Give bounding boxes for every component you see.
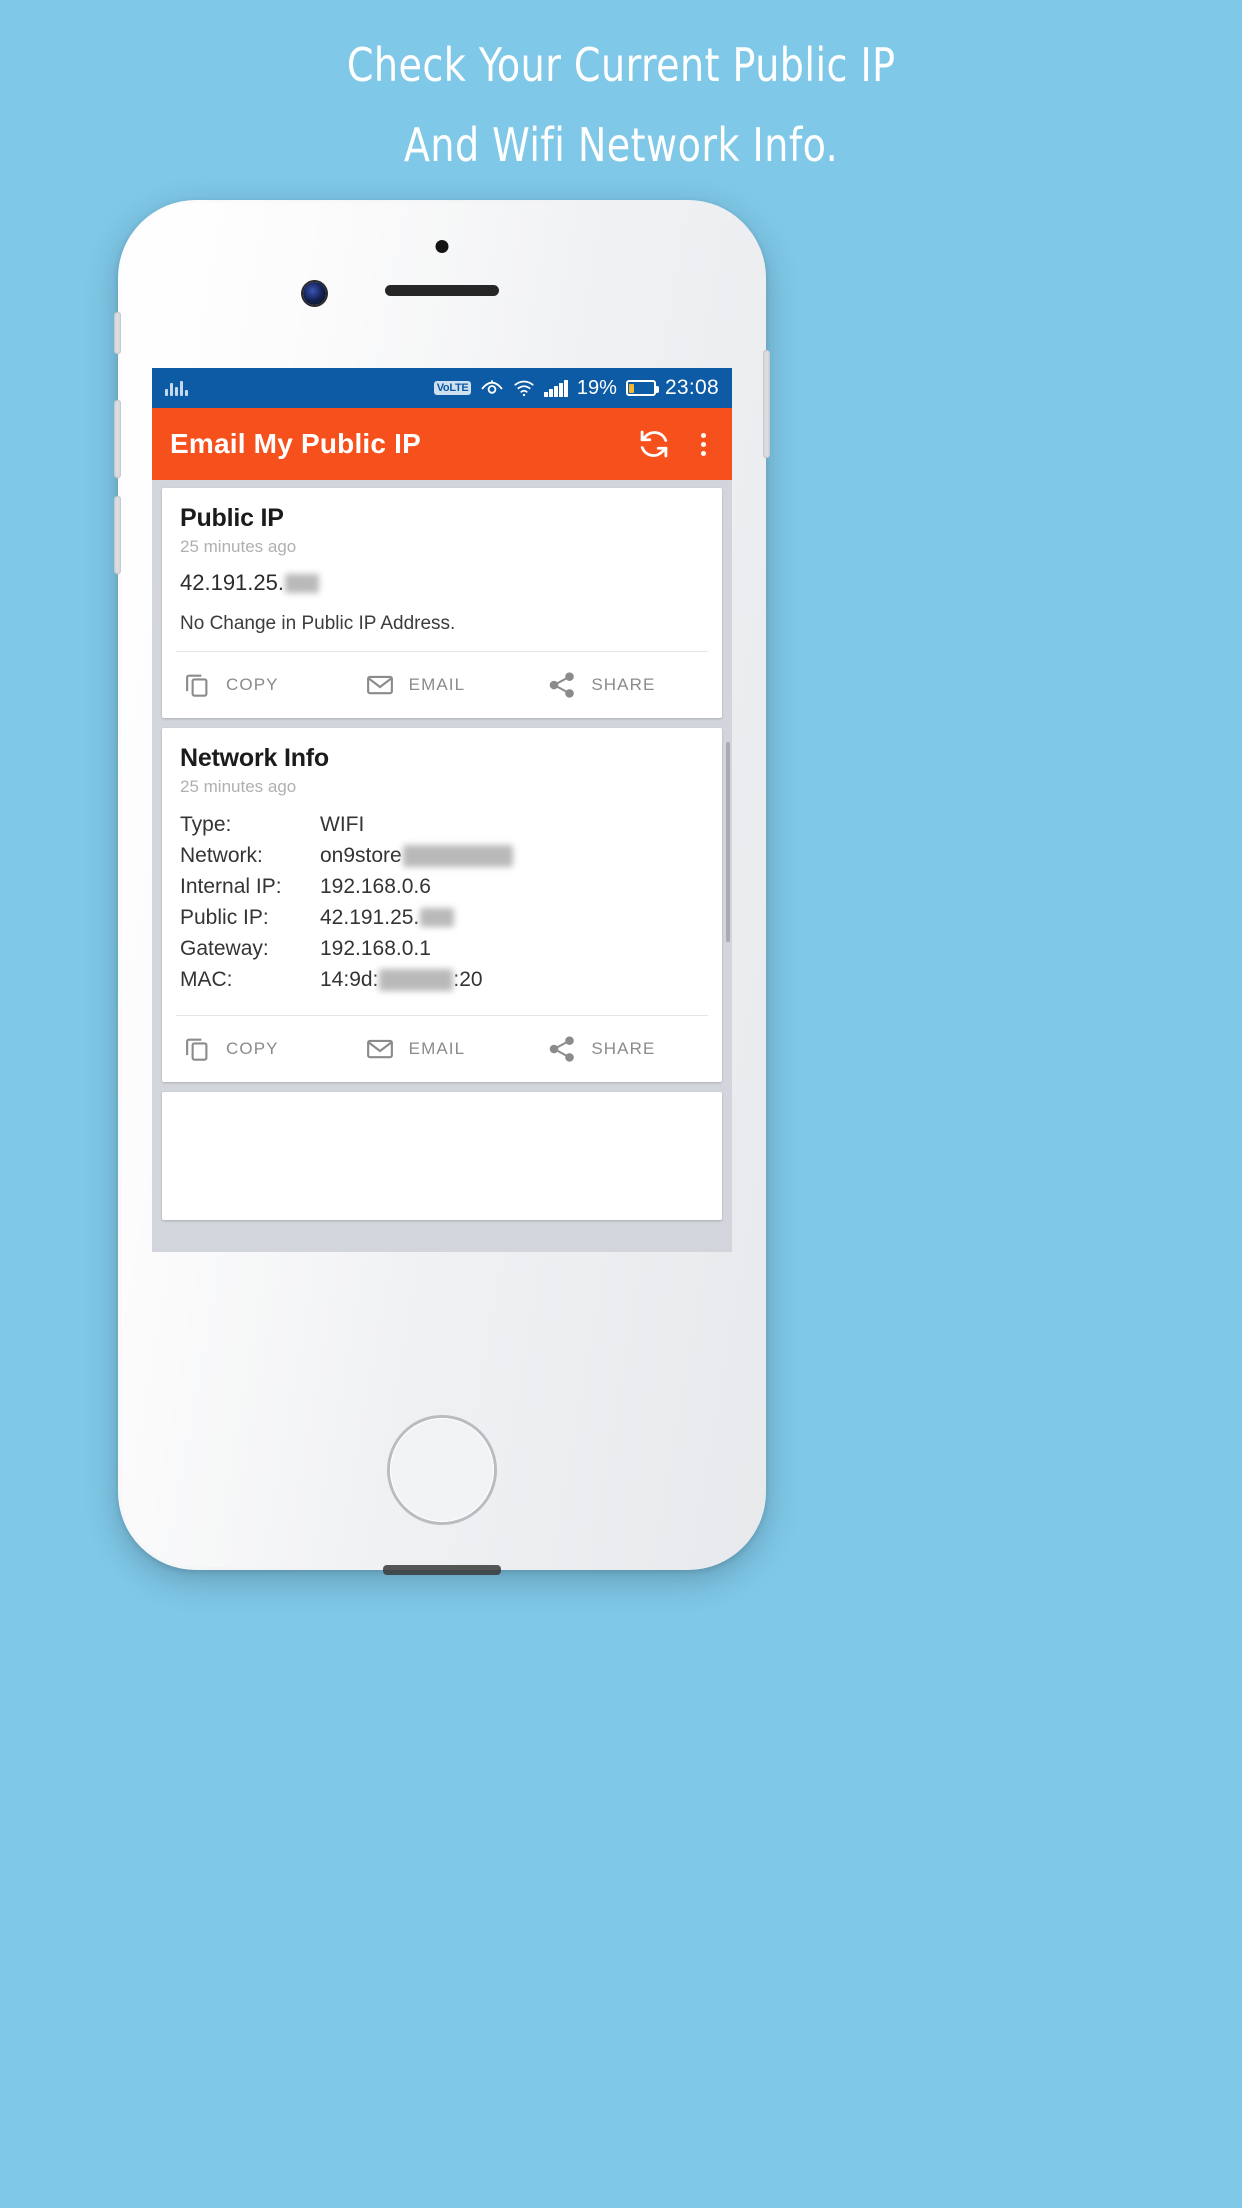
battery-percent: 19% [576,376,617,399]
network-info-row: MAC: 14:9d: :20 [180,964,704,995]
earpiece-speaker [385,285,499,296]
promo-line-1: Check Your Current Public IP [346,38,896,92]
phone-screen: VoLTE 19% 23:08 Email My Public IP Publi… [152,368,732,1252]
public-ip-email-label: EMAIL [408,675,466,694]
row-value: 192.168.0.1 [320,933,431,964]
row-value-text: 42.191.25. [320,906,420,930]
email-icon [365,670,395,700]
copy-icon [182,670,212,700]
home-button[interactable] [390,1418,494,1522]
app-title: Email My Public IP [170,428,422,459]
app-bar-actions [637,427,714,462]
content-scroll-area[interactable]: Public IP 25 minutes ago 42.191.25. No C… [152,480,732,1252]
public-ip-status-message: No Change in Public IP Address. [180,613,456,634]
network-info-row: Public IP: 42.191.25. [180,902,704,933]
row-key: MAC: [180,968,233,992]
row-value: 14:9d: :20 [320,964,483,995]
row-key: Network: [180,844,263,868]
network-info-row: Network: on9store [180,840,704,871]
network-info-card: Network Info 25 minutes ago Type: WIFI N… [162,728,722,1083]
row-key: Public IP: [180,906,269,930]
public-ip-share-label: SHARE [591,675,656,694]
row-value-text: WIFI [320,813,365,836]
row-value-text: on9store [320,844,402,868]
email-icon [365,1034,395,1064]
mute-switch[interactable] [114,312,121,354]
refresh-icon[interactable] [637,427,671,461]
network-info-email-label: EMAIL [408,1039,466,1059]
network-info-share-label: SHARE [591,1039,656,1059]
equalizer-icon [165,380,188,396]
overflow-menu-icon[interactable] [693,427,714,462]
volume-down-button[interactable] [114,496,121,574]
public-ip-copy-label: COPY [226,675,279,694]
status-bar-right: VoLTE 19% 23:08 [433,376,719,400]
network-info-card-body: Network Info 25 minutes ago Type: WIFI N… [162,728,722,1015]
public-ip-value: 42.191.25. [180,570,704,596]
row-value-suffix: :20 [453,968,483,992]
network-info-actions: COPY EMAIL SHARE [162,1016,722,1082]
charging-port [383,1565,501,1575]
signal-bars-icon [544,379,568,397]
row-value-text: 192.168.0.6 [320,875,431,899]
share-icon [547,670,577,700]
network-info-email-button[interactable]: EMAIL [351,1034,534,1064]
network-info-row: Internal IP: 192.168.0.6 [180,871,704,902]
copy-icon [182,1034,212,1064]
public-ip-timestamp: 25 minutes ago [180,537,297,556]
row-value: 42.191.25. [320,902,455,933]
public-ip-card-body: Public IP 25 minutes ago 42.191.25. No C… [162,488,722,651]
share-icon [547,1034,577,1064]
promo-line-2: And Wifi Network Info. [403,118,839,172]
row-key: Internal IP: [180,875,282,899]
public-ip-title: Public IP [180,504,284,532]
row-key: Gateway: [180,937,269,961]
public-ip-actions: COPY EMAIL SHARE [162,652,722,718]
row-value-text: 14:9d: [320,968,379,992]
network-info-row: Type: WIFI [180,809,704,840]
phone-mockup: VoLTE 19% 23:08 Email My Public IP Publi… [114,200,770,1575]
content-scrollbar[interactable] [726,742,730,942]
network-info-row: Gateway: 192.168.0.1 [180,933,704,964]
network-info-table: Type: WIFI Network: on9store Internal IP… [180,809,704,1005]
public-ip-redacted-octet [284,573,319,593]
public-ip-copy-button[interactable]: COPY [168,670,351,700]
status-clock: 23:08 [664,376,719,399]
app-bar: Email My Public IP [152,408,732,480]
network-info-copy-label: COPY [226,1039,279,1059]
row-key: Type: [180,813,232,836]
wifi-icon [513,377,535,399]
row-value: on9store [320,840,513,871]
ad-placeholder-card[interactable] [162,1092,722,1221]
battery-icon [625,380,659,396]
front-camera-icon [303,282,326,305]
network-info-share-button[interactable]: SHARE [533,1034,716,1064]
power-button[interactable] [763,350,770,458]
network-info-title: Network Info [180,744,329,772]
volte-icon: VoLTE [433,380,472,396]
network-info-timestamp: 25 minutes ago [180,777,297,796]
row-value-redacted [379,968,454,991]
status-bar: VoLTE 19% 23:08 [152,368,732,408]
network-info-copy-button[interactable]: COPY [168,1034,351,1064]
volume-up-button[interactable] [114,400,121,478]
promo-headline: Check Your Current Public IP And Wifi Ne… [0,0,1242,210]
row-value: WIFI [320,809,364,840]
row-value: 192.168.0.6 [320,871,431,902]
public-ip-email-button[interactable]: EMAIL [351,670,534,700]
row-value-text: 192.168.0.1 [320,937,431,961]
public-ip-card: Public IP 25 minutes ago 42.191.25. No C… [162,488,722,718]
proximity-sensor-icon [435,240,449,253]
public-ip-value-text: 42.191.25. [180,570,284,595]
row-value-redacted [420,908,455,928]
row-value-redacted [402,844,513,867]
eye-comfort-icon [480,376,504,400]
public-ip-share-button[interactable]: SHARE [533,670,716,700]
